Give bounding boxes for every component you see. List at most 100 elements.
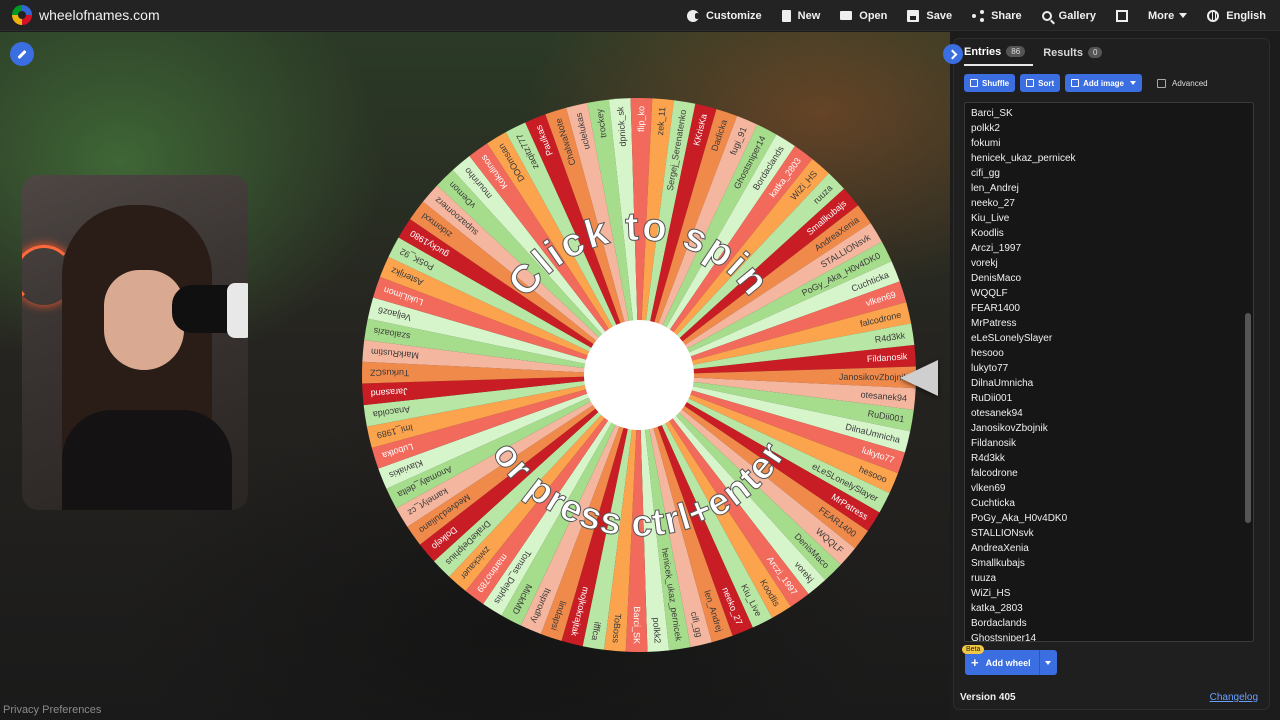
microphone-mount [227,283,248,338]
more-button[interactable]: More [1148,10,1188,22]
entry-line[interactable]: WiZi_HS [971,586,1239,601]
wheel-segment-label: flip_ko [636,106,646,132]
entry-line[interactable]: katka_2803 [971,601,1239,616]
changelog-link[interactable]: Changelog [1210,692,1258,703]
wheel-segment-label: Barci_SK [632,606,642,644]
new-button[interactable]: New [781,9,821,22]
entries-toolbar: Shuffle Sort Add image Advanced [964,74,1208,92]
entry-line[interactable]: PoGy_Aka_H0v4DK0 [971,511,1239,526]
language-button[interactable]: English [1207,9,1266,22]
search-icon [1041,10,1052,21]
entry-line[interactable]: Cuchticka [971,496,1239,511]
entry-line[interactable]: Ghostsniper14 [971,631,1239,641]
open-button[interactable]: Open [840,10,887,22]
new-label: New [797,9,821,22]
beta-badge: Beta [962,645,985,654]
chevron-down-icon [1130,81,1137,85]
wheel-segment-label: TurkusCZ [369,368,409,378]
entry-line[interactable]: AndreaXenia [971,541,1239,556]
gallery-label: Gallery [1058,9,1096,22]
tab-results[interactable]: Results 0 [1043,39,1103,66]
entry-line[interactable]: DilnaUmnicha [971,376,1239,391]
entry-line[interactable]: DenisMaco [971,271,1239,286]
entry-line[interactable]: Barci_SK [971,106,1239,121]
file-icon [781,9,791,22]
tab-entries-label: Entries [964,45,1002,58]
shuffle-label: Shuffle [982,78,1010,88]
wheel[interactable]: Fildanosik JanosikovZbojnik otesanek94 RuDi… [360,96,918,654]
entry-line[interactable]: polkk2 [971,121,1239,136]
customize-button[interactable]: Customize [687,9,762,22]
save-icon [907,9,920,22]
entry-line[interactable]: cifi_gg [971,166,1239,181]
tab-entries[interactable]: Entries 86 [964,39,1034,66]
chevron-down-icon [1179,13,1188,18]
wheel-center[interactable] [584,320,694,430]
entry-line[interactable]: WQQLF [971,286,1239,301]
entry-line[interactable]: falcodrone [971,466,1239,481]
collapse-panel-button[interactable] [943,44,963,64]
add-image-button[interactable]: Add image [1065,74,1143,92]
image-icon [1071,79,1080,87]
entry-line[interactable]: vlken69 [971,481,1239,496]
add-wheel-label: Add wheel [985,657,1031,668]
sort-button[interactable]: Sort [1020,74,1061,92]
brand-link[interactable]: wheelofnames.com [12,5,160,25]
entry-line[interactable]: fokumi [971,136,1239,151]
gallery-button[interactable]: Gallery [1041,9,1096,22]
entries-textarea[interactable]: Barci_SK polkk2 fokumi henicek_ukaz_pernice… [964,102,1254,642]
add-image-label: Add image [1083,78,1125,88]
edit-pencil-button[interactable] [10,42,34,66]
save-button[interactable]: Save [907,9,952,22]
scrollbar-thumb[interactable] [1245,313,1251,523]
entry-line[interactable]: ruuza [971,571,1239,586]
entry-line[interactable]: Bordaclands [971,616,1239,631]
entry-line[interactable]: Kiu_Live [971,211,1239,226]
entry-line[interactable]: eLeSLonelySlayer [971,331,1239,346]
share-button[interactable]: Share [972,9,1022,22]
entry-line[interactable]: vorekj [971,256,1239,271]
entry-line[interactable]: hesooo [971,346,1239,361]
site-name: wheelofnames.com [39,7,160,23]
entry-line[interactable]: len_Andrej [971,181,1239,196]
checkbox-icon[interactable] [1157,78,1167,88]
fullscreen-button[interactable] [1115,9,1128,22]
folder-icon [840,11,853,20]
main-menu: Customize New Open Save Share Gallery Mo… [667,0,1266,31]
entries-scrollbar[interactable] [1245,105,1251,639]
privacy-preferences-link[interactable]: Privacy Preferences [3,704,101,716]
entry-line[interactable]: JanosikovZbojnik [971,421,1239,436]
add-wheel-dropdown[interactable] [1038,650,1057,675]
entry-line[interactable]: Fildanosik [971,436,1239,451]
entry-line[interactable]: henicek_ukaz_pernicek [971,151,1239,166]
plus-icon: + [971,655,979,670]
entry-line[interactable]: FEAR1400 [971,301,1239,316]
shuffle-button[interactable]: Shuffle [964,74,1016,92]
entry-line[interactable]: neeko_27 [971,196,1239,211]
top-bar: wheelofnames.com Customize New Open Save… [0,0,1280,31]
advanced-label: Advanced [1172,78,1208,88]
wheel-graphic[interactable]: FildanosikJanosikovZbojnikotesanek94RuDi… [360,96,918,654]
wheel-pointer [900,360,938,396]
entry-line[interactable]: Smallkubajs [971,556,1239,571]
entry-list[interactable]: Barci_SK polkk2 fokumi henicek_ukaz_pernice… [971,106,1239,641]
entry-line[interactable]: Arczi_1997 [971,241,1239,256]
results-count-badge: 0 [1087,47,1103,58]
streamer-body [62,410,232,510]
entry-line[interactable]: Koodlis [971,226,1239,241]
version-text: Version 405 [960,692,1016,703]
advanced-checkbox[interactable]: Advanced [1157,78,1208,88]
tab-results-label: Results [1043,46,1083,59]
share-icon [972,9,985,22]
share-label: Share [991,9,1022,22]
globe-icon [1207,9,1220,22]
pencil-icon [17,49,27,59]
entry-line[interactable]: otesanek94 [971,406,1239,421]
open-label: Open [859,9,888,22]
entry-line[interactable]: MrPatress [971,316,1239,331]
entry-line[interactable]: lukyto77 [971,361,1239,376]
entry-line[interactable]: R4d3kk [971,451,1239,466]
entry-line[interactable]: STALLIONsvk [971,526,1239,541]
entry-line[interactable]: RuDii001 [971,391,1239,406]
webcam-overlay [22,175,248,510]
